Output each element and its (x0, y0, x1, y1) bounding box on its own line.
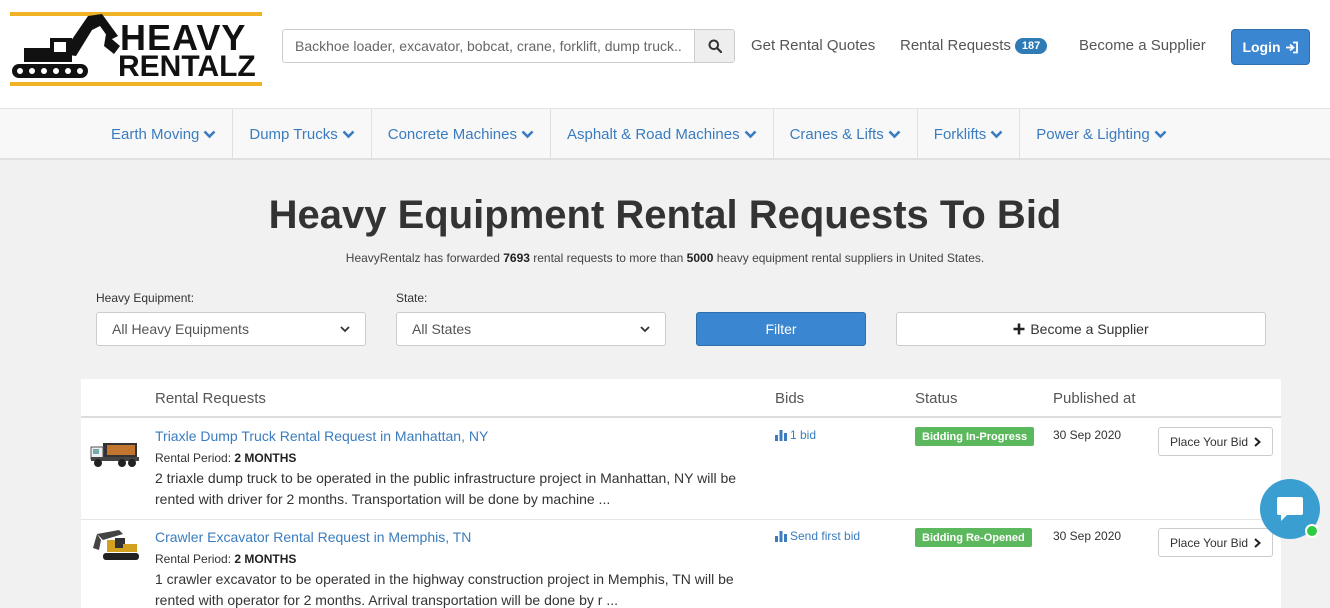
nav-rental-requests[interactable]: Rental Requests 187 (900, 37, 1048, 54)
rental-period-label: Rental Period: (155, 451, 235, 465)
category-label: Concrete Machines (387, 125, 517, 143)
place-bid-button[interactable]: Place Your Bid (1158, 427, 1273, 456)
category-item[interactable]: Forklifts (918, 109, 1021, 159)
request-title-link[interactable]: Crawler Excavator Rental Request in Memp… (155, 529, 471, 545)
nav-get-rental-quotes[interactable]: Get Rental Quotes (751, 37, 875, 54)
rental-requests-count-badge: 187 (1014, 38, 1048, 54)
search-input[interactable] (283, 30, 695, 62)
category-item[interactable]: Concrete Machines (372, 109, 551, 159)
published-date: 30 Sep 2020 (1053, 529, 1122, 543)
search-box (282, 29, 735, 63)
chevron-down-icon (342, 130, 355, 138)
online-status-dot (1305, 524, 1319, 538)
bar-chart-icon (775, 530, 787, 542)
place-bid-button[interactable]: Place Your Bid (1158, 528, 1273, 557)
become-supplier-label: Become a Supplier (1030, 321, 1149, 337)
search-button[interactable] (694, 30, 734, 62)
subtitle-pre: HeavyRentalz has forwarded (345, 251, 504, 265)
chevron-down-icon (1154, 130, 1167, 138)
header-published-at: Published at (1053, 390, 1136, 407)
request-description: 1 crawler excavator to be operated in th… (155, 571, 734, 608)
chevron-right-icon (1254, 537, 1262, 548)
state-select[interactable]: All States (396, 312, 666, 346)
rental-period-value: 2 MONTHS (234, 451, 297, 465)
nav-rental-requests-label: Rental Requests (900, 37, 1011, 54)
nav-become-supplier[interactable]: Become a Supplier (1079, 37, 1206, 54)
place-bid-label: Place Your Bid (1169, 535, 1249, 550)
header-rental-requests: Rental Requests (155, 390, 266, 407)
table-header: Rental Requests Bids Status Published at (81, 379, 1281, 418)
request-title-link[interactable]: Triaxle Dump Truck Rental Request in Man… (155, 428, 488, 444)
rental-period-value: 2 MONTHS (234, 552, 297, 566)
dump-truck-thumbnail-icon (90, 443, 139, 467)
subtitle-mid: rental requests to more than (529, 251, 687, 265)
supplier-count: 5000 (686, 251, 714, 265)
excavator-thumbnail-icon (93, 530, 139, 560)
category-nav: Earth Moving Dump Trucks Concrete Machines… (0, 108, 1330, 160)
bids-count: Send first bid (790, 529, 861, 543)
page-title: Heavy Equipment Rental Requests To Bid (268, 193, 1062, 237)
request-description: 2 triaxle dump truck to be operated in t… (155, 470, 737, 507)
chevron-down-icon (888, 130, 901, 138)
category-item[interactable]: Earth Moving (95, 109, 234, 159)
rental-period: Rental Period: 2 MONTHS (155, 552, 296, 566)
category-label: Dump Trucks (249, 125, 338, 143)
equipment-select[interactable]: All Heavy Equipments (96, 312, 366, 346)
page-subtitle: HeavyRentalz has forwarded 7693 rental r… (0, 251, 1330, 265)
site-logo[interactable]: HEAVY RENTALZ (10, 8, 262, 88)
chevron-down-icon (521, 130, 534, 138)
forwarded-count: 7693 (503, 251, 530, 265)
bids-count: 1 bid (790, 428, 817, 442)
place-bid-label: Place Your Bid (1169, 434, 1249, 449)
header-bids: Bids (775, 390, 805, 407)
chevron-right-icon (1254, 436, 1262, 447)
filter-button[interactable]: Filter (696, 312, 866, 346)
table-row: Crawler Excavator Rental Request in Memp… (81, 520, 1281, 608)
chevron-down-icon (340, 325, 350, 332)
bids-link[interactable]: Send first bid (775, 529, 860, 543)
chevron-down-icon (640, 325, 650, 332)
site-header: HEAVY RENTALZ Get Rental Quotes Rental R… (0, 0, 1330, 108)
state-filter-label: State: (396, 291, 428, 305)
category-label: Power & Lighting (1036, 125, 1150, 143)
login-button[interactable]: Login (1231, 29, 1310, 65)
search-icon (708, 39, 722, 53)
rental-requests-table: Rental Requests Bids Status Published at… (81, 379, 1281, 608)
sign-in-icon (1285, 41, 1298, 53)
equipment-filter-label: Heavy Equipment: (96, 291, 195, 305)
status-badge: Bidding In-Progress (915, 427, 1035, 446)
table-row: Triaxle Dump Truck Rental Request in Man… (81, 419, 1281, 520)
equipment-select-value: All Heavy Equipments (112, 321, 249, 337)
bar-chart-icon (775, 429, 787, 441)
rental-period: Rental Period: 2 MONTHS (155, 451, 296, 465)
category-item[interactable]: Power & Lighting (1020, 109, 1182, 159)
category-item[interactable]: Cranes & Lifts (774, 109, 918, 159)
chat-bubble-icon (1277, 497, 1303, 521)
category-label: Cranes & Lifts (789, 125, 884, 143)
category-label: Earth Moving (111, 125, 200, 143)
plus-icon (1013, 323, 1025, 335)
chevron-down-icon (990, 130, 1003, 138)
logo-bottom-bar (10, 82, 262, 86)
category-list: Earth Moving Dump Trucks Concrete Machines… (95, 109, 1183, 159)
excavator-logo-icon (12, 14, 120, 78)
bids-link[interactable]: 1 bid (775, 428, 816, 442)
chevron-down-icon (744, 130, 756, 138)
become-supplier-button[interactable]: Become a Supplier (896, 312, 1266, 346)
logo-text-rentalz: RENTALZ (118, 50, 256, 83)
category-label: Asphalt & Road Machines (566, 125, 740, 143)
category-label: Forklifts (933, 125, 987, 143)
login-label: Login (1242, 39, 1281, 55)
category-item[interactable]: Asphalt & Road Machines (551, 109, 774, 159)
state-select-value: All States (412, 321, 472, 337)
chevron-down-icon (203, 130, 216, 138)
status-badge: Bidding Re-Opened (915, 528, 1032, 547)
header-status: Status (915, 390, 958, 407)
subtitle-post: heavy equipment rental suppliers in Unit… (713, 251, 985, 265)
rental-period-label: Rental Period: (155, 552, 235, 566)
category-item[interactable]: Dump Trucks (233, 109, 372, 159)
published-date: 30 Sep 2020 (1053, 428, 1122, 442)
